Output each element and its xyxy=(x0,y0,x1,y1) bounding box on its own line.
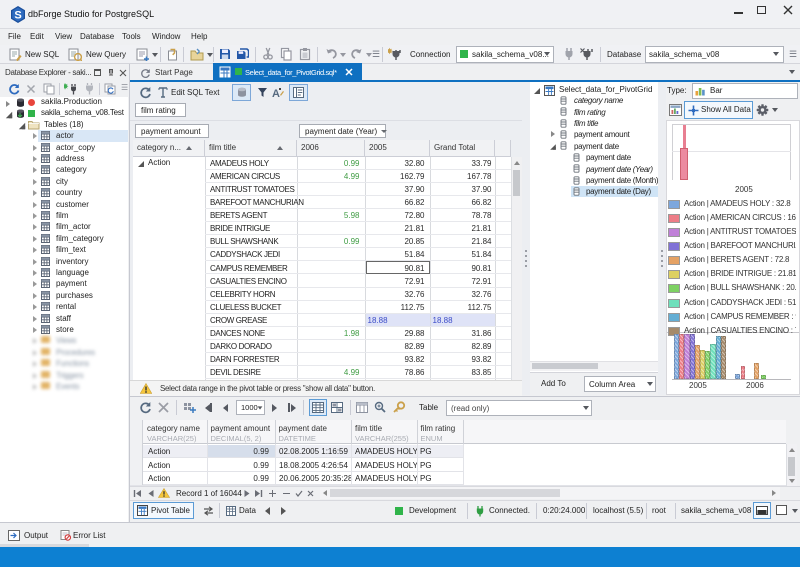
svg-text:S: S xyxy=(14,10,21,22)
svg-text:A: A xyxy=(272,88,280,99)
